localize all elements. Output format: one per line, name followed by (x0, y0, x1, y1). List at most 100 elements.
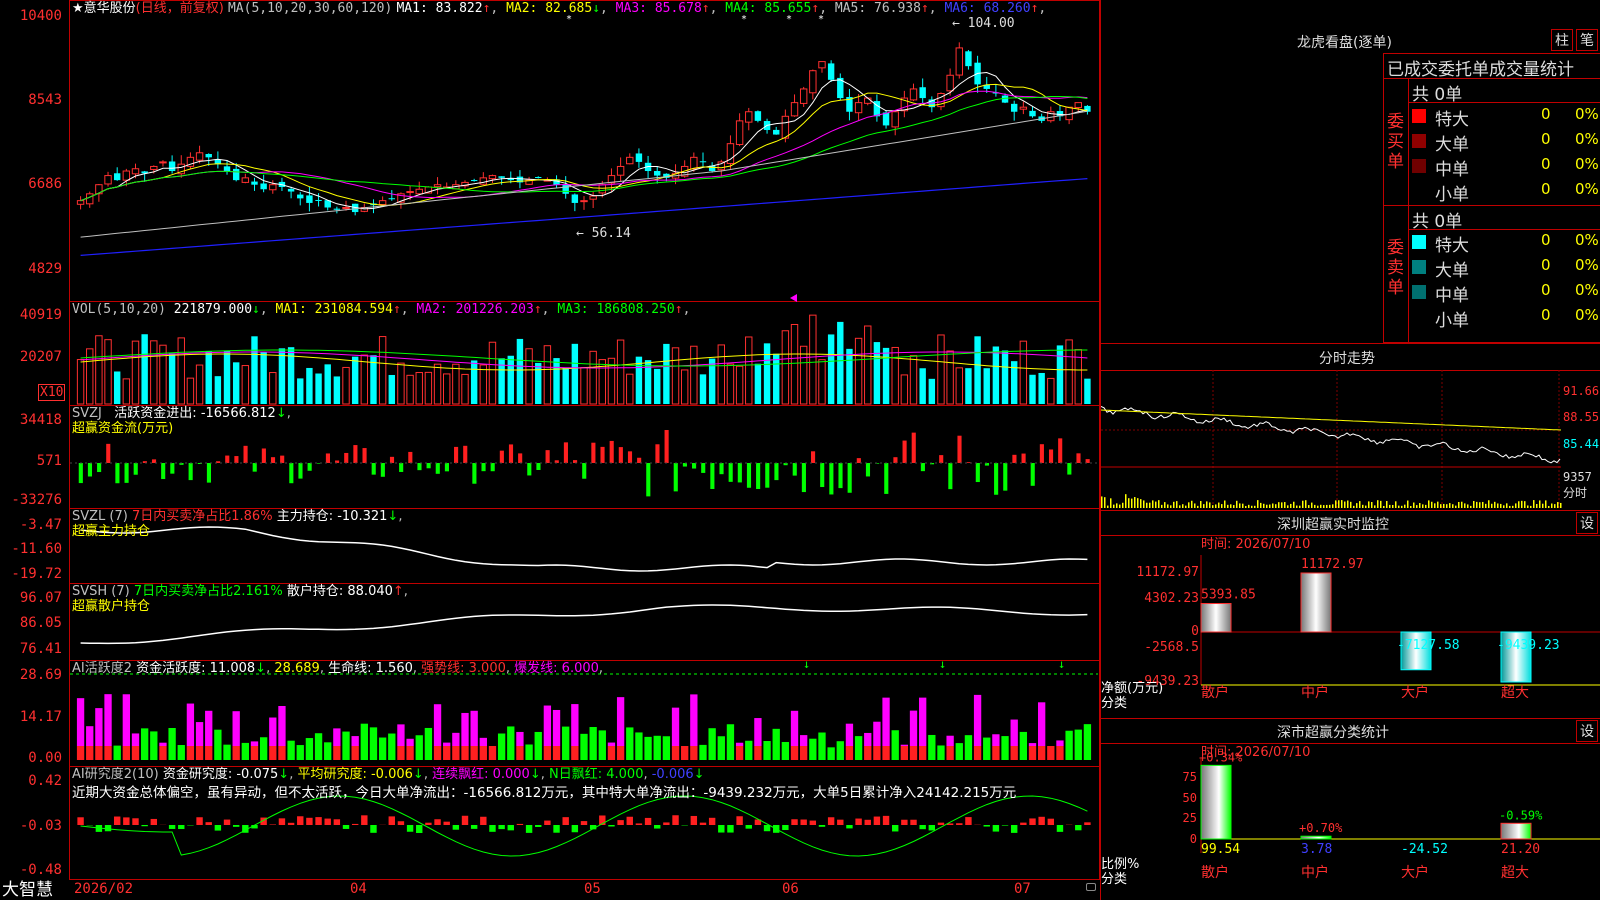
star-icon[interactable]: ★ (72, 1, 84, 16)
order-row-pct: 0% (1575, 105, 1599, 123)
ai-active-bar (635, 732, 643, 760)
volume-bar (726, 363, 735, 405)
ai-active-bar (973, 694, 982, 746)
ai-research-bar (351, 823, 359, 825)
ai-active-bar (333, 746, 341, 760)
ma-label: MA6: (944, 1, 984, 16)
ai-research-header: AI研究度2(10) 资金研究度: -0.075↓, 平均研究度: -0.006… (72, 767, 705, 782)
signal-arrow-icon[interactable]: ↓ (939, 657, 946, 671)
intraday-volume-bar (1350, 501, 1352, 508)
intraday-volume-bar (1110, 498, 1112, 508)
sz-bar: 5393.85 散户 (1200, 588, 1256, 701)
ai-active-bar (745, 740, 753, 760)
y-tick-label: -11.60 (11, 541, 62, 557)
tick-mode-button[interactable]: 笔 (1576, 29, 1598, 51)
vol-ma-value: 186808.250 (596, 302, 675, 317)
legend-swatch (1412, 260, 1426, 274)
volume-bar (799, 345, 808, 405)
order-row-pct: 0% (1575, 180, 1599, 198)
volume-bar (442, 373, 451, 405)
ai-active-bar (186, 746, 195, 760)
x-tick-label: 05 (584, 881, 601, 897)
separator: , (709, 1, 726, 16)
intraday-volume-bar (1242, 503, 1244, 508)
main-chart-area[interactable]: ← 104.00 ← 56.14 * * * * ↓ ↓ ↓ ★意华股份(日线，前复权) MA(… (0, 0, 1100, 900)
life-line-label: 生命线: (328, 661, 372, 676)
candle (251, 177, 258, 191)
brand-logo[interactable]: 大智慧 (2, 880, 53, 900)
candle (1047, 106, 1055, 123)
sc-y-tick: 25 (1182, 811, 1197, 826)
svzj-bar (408, 451, 413, 463)
intraday-volume-bar (1131, 498, 1133, 508)
ai-active-bar (470, 710, 478, 746)
volume-bar (177, 337, 185, 405)
volume-bar (195, 364, 204, 405)
intraday-volume-bar (1170, 505, 1172, 508)
intraday-volume-bar (1335, 500, 1337, 508)
ai-research-bar (864, 819, 871, 825)
intraday-price-line (1101, 405, 1561, 464)
candle (76, 196, 85, 210)
ai-research-bar (425, 822, 432, 825)
intraday-volume-bar (1422, 504, 1424, 508)
svzj-bar (856, 458, 861, 463)
volume-bar (507, 355, 514, 404)
y-tick-label: 6686 (28, 176, 62, 192)
intraday-volume-bar (1212, 505, 1214, 508)
svzj-bar (545, 450, 550, 463)
svzj-bar (710, 463, 715, 489)
intraday-chart[interactable] (1101, 370, 1600, 510)
ai-active-bar (205, 710, 213, 746)
svzl-subtitle: 超赢主力持仓 (72, 524, 151, 539)
ai-active-bar (1019, 731, 1028, 760)
volume-bar (241, 365, 250, 405)
ai-active-bar (726, 724, 735, 760)
ai-research-bar (800, 819, 807, 825)
svzj-bar (994, 463, 999, 495)
order-row-label: 特大 (1435, 110, 1469, 130)
sz-bar-value: 11172.97 (1301, 557, 1364, 572)
ma-value: 83.822 (435, 1, 483, 16)
sz-bar-value: -9439.23 (1497, 638, 1560, 653)
svzj-bar (865, 463, 871, 477)
order-row-label: 大单 (1435, 261, 1469, 281)
sz-bar-category: 超大 (1501, 685, 1529, 701)
signal-arrow-icon[interactable]: ↓ (803, 657, 810, 671)
ai-research-bar (306, 817, 313, 825)
vol-ma-label: MA1: (275, 302, 315, 317)
ai-research-bar (232, 825, 240, 827)
intraday-volume-bar (1320, 504, 1322, 508)
svzj-bar (1048, 449, 1054, 463)
lock-icon[interactable] (1086, 883, 1096, 891)
ai-active-bar (754, 746, 762, 760)
sz-settings-button[interactable]: 设 (1576, 512, 1598, 534)
ai-active-bar (205, 746, 213, 760)
ai-active-bar (790, 710, 799, 746)
ai-active-bar (1047, 746, 1055, 760)
ai-research-bar (901, 819, 908, 825)
svzj-bar (1058, 438, 1063, 463)
candle (928, 96, 936, 113)
intraday-volume-bar (1395, 501, 1397, 508)
svzj-bar (472, 463, 477, 484)
intraday-volume-bar (1152, 500, 1154, 508)
signal-arrow-icon[interactable]: ↓ (1058, 657, 1065, 671)
intraday-volume-bar (1506, 503, 1508, 508)
intraday-volume-bar (1539, 500, 1541, 508)
svzj-bar (206, 463, 212, 483)
intraday-volume-bar (1149, 502, 1151, 508)
sc-settings-button[interactable]: 设 (1576, 720, 1598, 742)
bar-mode-button[interactable]: 柱 (1551, 29, 1573, 51)
ai-active-bar (919, 746, 927, 760)
svzl-ratio: 7日内买卖净占比1.86% (131, 509, 273, 524)
ai-active-bar (754, 718, 762, 746)
intraday-volume-bar (1455, 505, 1457, 508)
ai-active-bar (433, 704, 442, 746)
volume-bar (818, 359, 826, 405)
svzj-bar (78, 463, 83, 484)
volume-bar (745, 336, 753, 405)
svzj-bar (124, 463, 129, 483)
ai-active-bar (342, 731, 350, 760)
candle (854, 94, 863, 121)
